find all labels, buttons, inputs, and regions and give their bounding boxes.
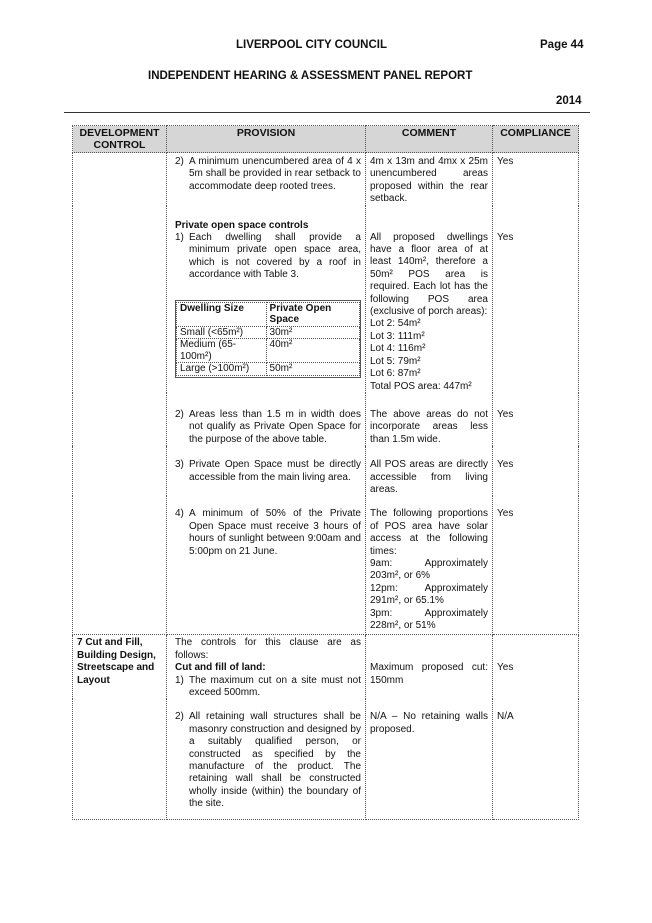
solar-approx: Approximately <box>424 582 488 594</box>
provision-text: Areas less than 1.5 m in width does not … <box>189 408 361 445</box>
lot-total: Total POS area: 447m² <box>370 380 472 392</box>
lot-item: Lot 3: 111m² <box>370 330 425 342</box>
provision-text: All retaining wall structures shall be m… <box>189 711 361 810</box>
solar-approx: Approximately <box>424 557 488 569</box>
comment-cell: The above areas do not incorporate areas… <box>365 392 493 447</box>
table-row: 2) A minimum unencumbered area of 4 x 5m… <box>72 151 579 206</box>
item-number: 4) <box>175 508 184 520</box>
pos-table-header: Dwelling Size Private Open Space <box>176 301 361 327</box>
control-cell <box>72 151 167 206</box>
pos-table: Dwelling Size Private Open Space Small (… <box>175 299 361 378</box>
solar-time: 9am: <box>370 557 393 569</box>
header-development-control: DEVELOPMENT CONTROL <box>72 125 167 153</box>
solar-result: 228m², or 51% <box>370 620 436 631</box>
table-row: 4) A minimum of 50% of the Private Open … <box>72 496 579 636</box>
assessment-table: DEVELOPMENT CONTROL PROVISION COMMENT CO… <box>72 125 579 820</box>
lot-item: Lot 6: 87m² <box>370 368 421 380</box>
item-number: 3) <box>175 459 184 471</box>
control-cell <box>72 446 167 497</box>
clause-intro: The controls for this clause are as foll… <box>175 637 361 661</box>
page-number: Page 44 <box>540 39 584 51</box>
table-row: 3) Private Open Space must be directly a… <box>72 446 579 497</box>
table-row: Private open space controls 1) Each dwel… <box>72 205 579 393</box>
lot-item: Lot 5: 79m² <box>370 355 421 367</box>
item-number: 1) <box>175 232 184 244</box>
provision-cell: 2) Areas less than 1.5 m in width does n… <box>166 392 366 447</box>
provision-text: Each dwelling shall provide a minimum pr… <box>189 232 361 281</box>
control-cell <box>72 205 167 393</box>
compliance-cell: Yes <box>492 634 579 700</box>
subsection-heading: Cut and fill of land: <box>175 662 266 674</box>
provision-cell: 2) A minimum unencumbered area of 4 x 5m… <box>166 151 366 206</box>
table-row: 7 Cut and Fill, Building Design, Streets… <box>72 634 579 820</box>
control-cell <box>72 392 167 447</box>
pos-size: Large (>100m²) <box>176 362 267 376</box>
provision-cell: 2) All retaining wall structures shall b… <box>166 699 366 820</box>
header-divider <box>64 112 590 113</box>
table-row: 2) Areas less than 1.5 m in width does n… <box>72 392 579 447</box>
solar-time-row: 3pm: Approximately <box>370 608 488 620</box>
solar-approx: Approximately <box>424 607 488 619</box>
provision-text: A minimum unencumbered area of 4 x 5m sh… <box>189 156 361 192</box>
compliance-cell: Yes <box>492 496 579 636</box>
pos-table-row: Medium (65-100m²) 40m² <box>176 338 361 364</box>
comment-cell: All POS areas are directly accessible fr… <box>365 446 493 497</box>
solar-result: 291m², or 65.1% <box>370 595 444 607</box>
pos-header-size: Dwelling Size <box>176 301 267 327</box>
table-header-row: DEVELOPMENT CONTROL PROVISION COMMENT CO… <box>72 125 579 153</box>
provision-text: Private Open Space must be directly acce… <box>189 459 361 483</box>
item-number: 2) <box>175 408 184 420</box>
solar-time: 12pm: <box>370 582 398 594</box>
control-cell: 7 Cut and Fill, Building Design, Streets… <box>72 634 167 820</box>
pos-size: Medium (65-100m²) <box>176 338 267 364</box>
provision-cell: Private open space controls 1) Each dwel… <box>166 205 366 393</box>
provision-cell: The controls for this clause are as foll… <box>166 634 366 700</box>
council-name: LIVERPOOL CITY COUNCIL <box>236 39 388 51</box>
pos-space: 50m² <box>265 362 361 376</box>
comment-text: All proposed dwellings have a floor area… <box>370 231 488 318</box>
compliance-cell: Yes <box>492 446 579 497</box>
compliance-cell: N/A <box>492 699 579 820</box>
provision-cell: 4) A minimum of 50% of the Private Open … <box>166 496 366 636</box>
pos-space: 40m² <box>265 338 361 364</box>
header-provision: PROVISION <box>166 125 366 153</box>
report-year: 2014 <box>556 95 582 107</box>
comment-cell: The following proportions of POS area ha… <box>365 496 493 636</box>
pos-size: Small (<65m²) <box>176 325 267 340</box>
lot-item: Lot 4: 116m² <box>370 343 426 355</box>
item-number: 2) <box>175 156 184 167</box>
pos-table-row: Large (>100m²) 50m² <box>176 362 361 376</box>
comment-cell: Maximum proposed cut: 150mm <box>365 634 493 700</box>
compliance-cell: Yes <box>492 205 579 393</box>
solar-result: 203m², or 6% <box>370 570 431 582</box>
item-number: 2) <box>175 711 184 723</box>
lot-item: Lot 2: 54m² <box>370 318 421 330</box>
control-cell <box>72 496 167 636</box>
solar-time-row: 9am: Approximately <box>370 558 488 570</box>
comment-text: The following proportions of POS area ha… <box>370 508 488 557</box>
section-heading: Private open space controls <box>175 219 309 231</box>
compliance-cell: Yes <box>492 151 579 206</box>
item-number: 1) <box>175 674 184 686</box>
pos-table-row: Small (<65m²) 30m² <box>176 325 361 340</box>
report-title: INDEPENDENT HEARING & ASSESSMENT PANEL R… <box>148 70 473 82</box>
comment-cell: N/A – No retaining walls proposed. <box>365 699 493 820</box>
compliance-cell: Yes <box>492 392 579 447</box>
provision-text: The maximum cut on a site must not excee… <box>189 674 361 698</box>
comment-text: Maximum proposed cut: 150mm <box>370 662 488 686</box>
comment-cell: All proposed dwellings have a floor area… <box>365 205 493 393</box>
provision-text: A minimum of 50% of the Private Open Spa… <box>189 508 361 557</box>
header-comment: COMMENT <box>365 125 493 153</box>
pos-space: 30m² <box>265 325 361 340</box>
solar-time: 3pm: <box>370 607 393 619</box>
pos-header-space: Private Open Space <box>265 301 361 327</box>
comment-cell: 4m x 13m and 4mx x 25m unencumbered area… <box>365 151 493 206</box>
provision-cell: 3) Private Open Space must be directly a… <box>166 446 366 497</box>
solar-time-row: 12pm: Approximately <box>370 583 488 595</box>
header-compliance: COMPLIANCE <box>492 125 579 153</box>
